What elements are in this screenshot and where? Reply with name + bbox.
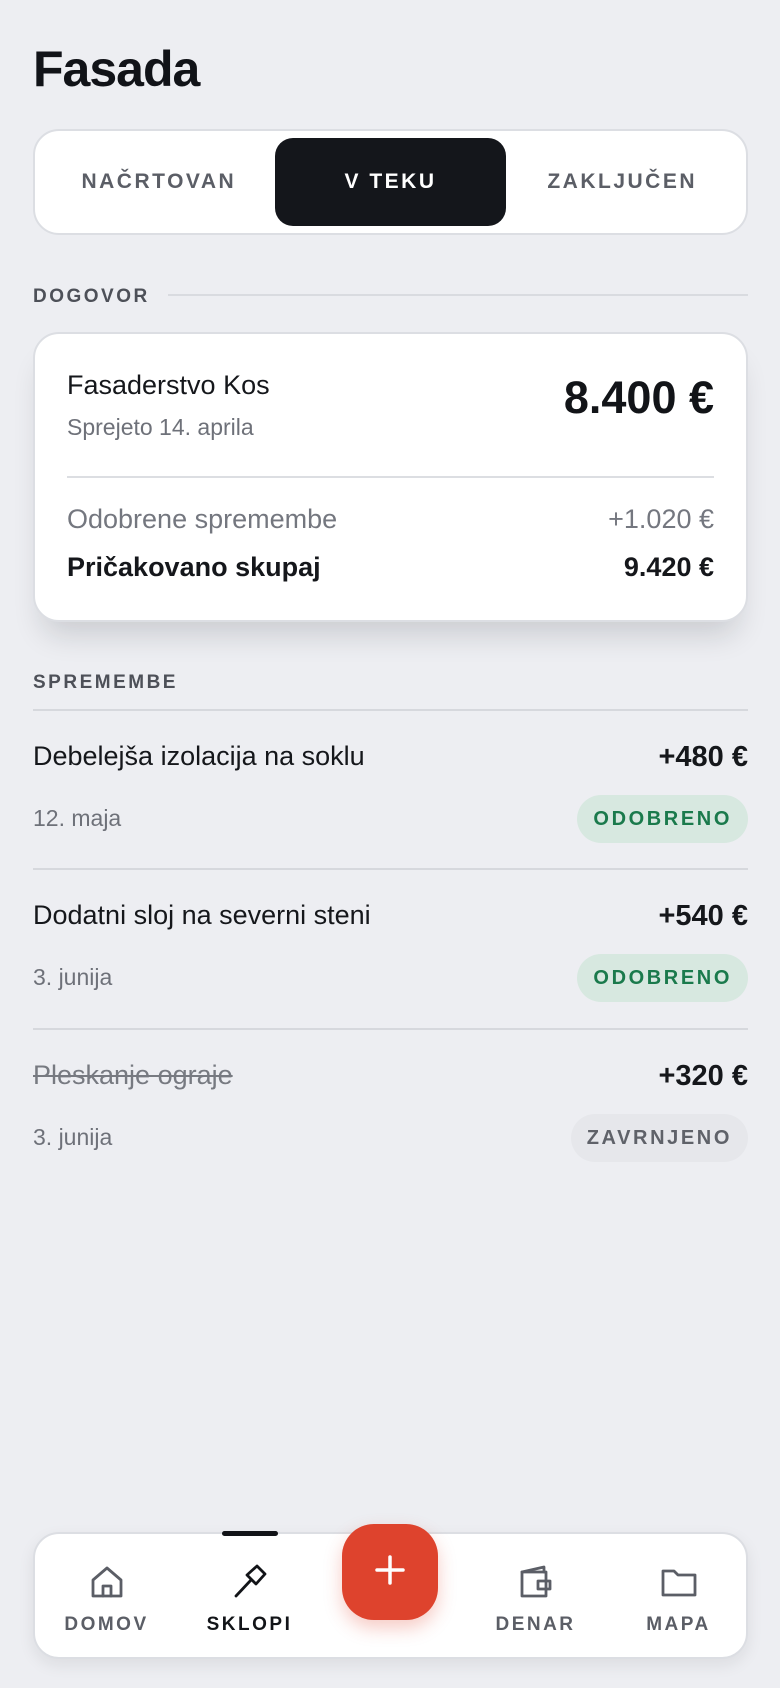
- nav-money[interactable]: DENAR: [464, 1534, 607, 1657]
- expected-total-label: Pričakovano skupaj: [67, 552, 321, 582]
- nav-money-label: DENAR: [495, 1614, 576, 1635]
- contract-amount: 8.400 €: [563, 372, 714, 423]
- change-amount: +320 €: [658, 1060, 748, 1092]
- change-row[interactable]: Pleskanje ograje +320 € 3. junija ZAVRNJ…: [33, 1030, 748, 1190]
- project-screen: Fasada NAČRTOVAN V TEKU ZAKLJUČEN DOGOVO…: [0, 0, 780, 1688]
- nav-folder-label: MAPA: [646, 1614, 711, 1635]
- change-amount: +480 €: [658, 741, 748, 773]
- hammer-icon: [230, 1562, 270, 1602]
- change-name: Debelejša izolacija na soklu: [33, 741, 365, 771]
- expected-total-row: Pričakovano skupaj 9.420 €: [67, 552, 714, 583]
- status-badge: ODOBRENO: [577, 954, 748, 1002]
- change-row[interactable]: Dodatni sloj na severni steni +540 € 3. …: [33, 870, 748, 1030]
- nav-assemblies-label: SKLOPI: [206, 1614, 293, 1635]
- change-date: 3. junija: [33, 1124, 113, 1150]
- approved-changes-row: Odobrene spremembe +1.020 €: [67, 504, 714, 535]
- plus-icon: [372, 1552, 408, 1593]
- expected-total-value: 9.420 €: [623, 552, 714, 582]
- change-date: 3. junija: [33, 964, 113, 990]
- nav-assemblies[interactable]: SKLOPI: [178, 1531, 321, 1657]
- status-badge: ZAVRNJENO: [570, 1114, 748, 1162]
- active-indicator: [221, 1531, 278, 1536]
- tab-planned[interactable]: NAČRTOVAN: [43, 138, 275, 226]
- change-amount: +540 €: [658, 900, 748, 932]
- tab-completed[interactable]: ZAKLJUČEN: [506, 138, 738, 226]
- status-segmented-control: NAČRTOVAN V TEKU ZAKLJUČEN: [33, 129, 748, 235]
- contract-section-label: DOGOVOR: [33, 286, 150, 307]
- wallet-icon: [516, 1562, 556, 1602]
- contract-accepted-date: Sprejeto 14. aprila: [67, 414, 254, 440]
- changes-section-label: SPREMEMBE: [33, 672, 178, 693]
- section-divider: [168, 294, 748, 296]
- nav-home-label: DOMOV: [64, 1614, 149, 1635]
- nav-home[interactable]: DOMOV: [35, 1534, 178, 1657]
- tab-in-progress[interactable]: V TEKU: [274, 138, 507, 226]
- change-name: Dodatni sloj na severni steni: [33, 900, 371, 930]
- status-badge: ODOBRENO: [577, 795, 748, 843]
- change-date: 12. maja: [33, 805, 122, 831]
- card-divider: [67, 476, 714, 478]
- home-icon: [87, 1562, 127, 1602]
- contract-vendor: Fasaderstvo Kos: [67, 370, 270, 400]
- add-button[interactable]: [342, 1524, 438, 1620]
- change-row[interactable]: Debelejša izolacija na soklu +480 € 12. …: [33, 711, 748, 871]
- approved-changes-value: +1.020 €: [608, 504, 714, 534]
- change-name: Pleskanje ograje: [33, 1060, 233, 1090]
- nav-folder[interactable]: MAPA: [607, 1534, 750, 1657]
- contract-card[interactable]: Fasaderstvo Kos Sprejeto 14. aprila 8.40…: [33, 332, 748, 622]
- page-title: Fasada: [33, 41, 200, 97]
- approved-changes-label: Odobrene spremembe: [67, 504, 338, 534]
- folder-icon: [659, 1562, 699, 1602]
